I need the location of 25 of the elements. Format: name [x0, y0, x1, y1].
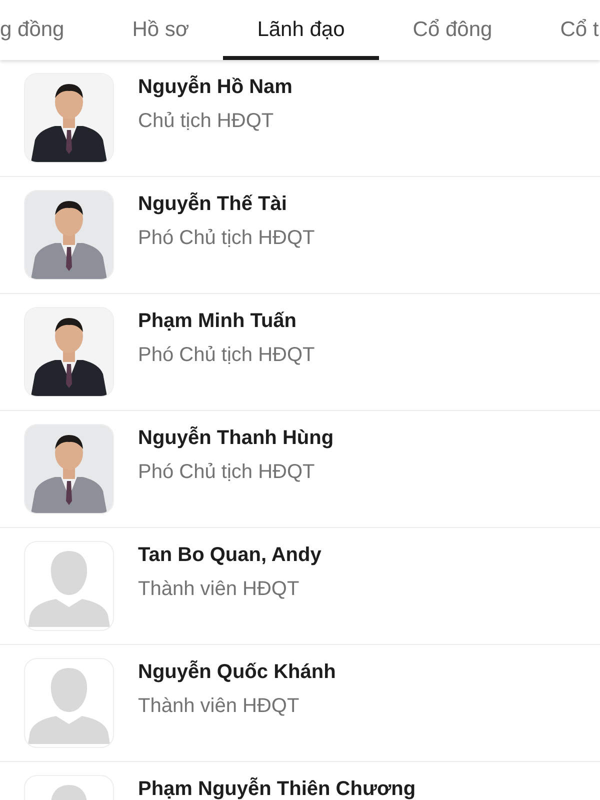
leader-row[interactable]: Phạm Minh Tuấn Phó Chủ tịch HĐQT [0, 294, 600, 411]
tab[interactable]: Cổ t [526, 0, 600, 60]
tab[interactable]: Lãnh đạo [223, 0, 379, 60]
leader-role: Phó Chủ tịch HĐQT [138, 344, 315, 367]
leader-row[interactable]: Phạm Nguyễn Thiên Chương [0, 762, 600, 800]
leader-name: Phạm Minh Tuấn [138, 310, 298, 333]
leader-name: Nguyễn Hồ Nam [138, 76, 292, 99]
leader-name: Tan Bo Quan, Andy [138, 544, 322, 567]
leader-role: Thành viên HĐQT [138, 578, 300, 601]
leader-name: Nguyễn Thanh Hùng [138, 427, 334, 450]
tab[interactable]: g đồng [0, 0, 98, 60]
leader-row[interactable]: Nguyễn Thanh Hùng Phó Chủ tịch HĐQT [0, 411, 600, 528]
leader-role: Phó Chủ tịch HĐQT [138, 461, 316, 484]
leader-row[interactable]: Nguyễn Thế Tài Phó Chủ tịch HĐQT [0, 177, 600, 294]
leader-role: Phó Chủ tịch HĐQT [138, 227, 315, 250]
leader-row[interactable]: Tan Bo Quan, Andy Thành viên HĐQT [0, 528, 600, 645]
leader-role: Chủ tịch HĐQT [138, 110, 275, 133]
leader-row[interactable]: Nguyễn Quốc Khánh Thành viên HĐQT [0, 645, 600, 762]
tab[interactable]: Hồ sơ [98, 0, 224, 60]
leader-role: Thành viên HĐQT [138, 695, 300, 718]
tab[interactable]: Cổ đông [378, 0, 526, 60]
leader-name: Nguyễn Quốc Khánh [138, 661, 336, 684]
leader-name: Nguyễn Thế Tài [138, 193, 288, 216]
leader-name: Phạm Nguyễn Thiên Chương [138, 778, 416, 800]
leader-row[interactable]: Nguyễn Hồ Nam Chủ tịch HĐQT [0, 60, 600, 177]
